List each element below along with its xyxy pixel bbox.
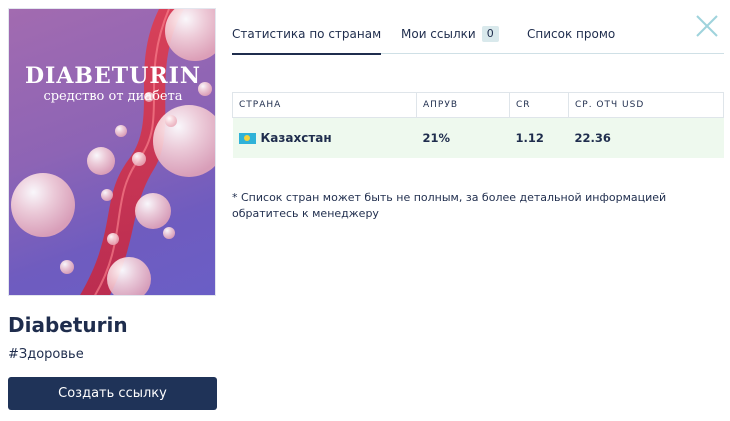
tab-promo-list[interactable]: Список промо <box>527 22 615 46</box>
country-stats-table: СТРАНА АПРУВ CR СР. ОТЧ USD Казахстан 21… <box>232 92 724 158</box>
header-country: СТРАНА <box>232 92 417 118</box>
image-brand-title: DIABETURIN <box>24 63 202 89</box>
header-approve: АПРУВ <box>416 92 510 118</box>
links-count-badge: 0 <box>481 26 499 42</box>
close-button[interactable] <box>694 13 720 39</box>
country-cell: Казахстан <box>232 117 417 158</box>
tab-my-links[interactable]: Мои ссылки 0 <box>401 22 499 46</box>
approve-value: 21% <box>416 117 510 158</box>
tab-promo-list-label: Список промо <box>527 27 616 41</box>
kz-flag-icon <box>238 132 256 144</box>
product-image: DIABETURIN средство от диабета <box>8 8 216 296</box>
header-cr: CR <box>509 92 569 118</box>
product-illustration <box>11 9 215 295</box>
table-header-row: СТРАНА АПРУВ CR СР. ОТЧ USD <box>232 92 724 118</box>
tab-country-stats-label: Статистика по странам <box>232 27 382 41</box>
product-category[interactable]: #Здоровье <box>8 347 84 362</box>
avg-usd-value: 22.36 <box>568 117 724 158</box>
cr-value: 1.12 <box>509 117 569 158</box>
tabs-bar: Статистика по странам Мои ссылки 0 Списо… <box>232 14 724 55</box>
image-brand-subtitle: средство от диабета <box>43 89 183 104</box>
country-name: Казахстан <box>260 131 332 145</box>
table-row: Казахстан 21% 1.12 22.36 <box>232 117 724 158</box>
country-list-note: * Список стран может быть не полным, за … <box>232 191 667 220</box>
tab-country-stats[interactable]: Статистика по странам <box>232 22 382 55</box>
close-icon <box>696 15 718 37</box>
tab-my-links-label: Мои ссылки <box>401 27 476 41</box>
header-avg-usd: СР. ОТЧ USD <box>568 92 724 118</box>
product-name: Diabeturin <box>8 313 128 337</box>
create-link-button[interactable]: Создать ссылку <box>8 377 217 410</box>
